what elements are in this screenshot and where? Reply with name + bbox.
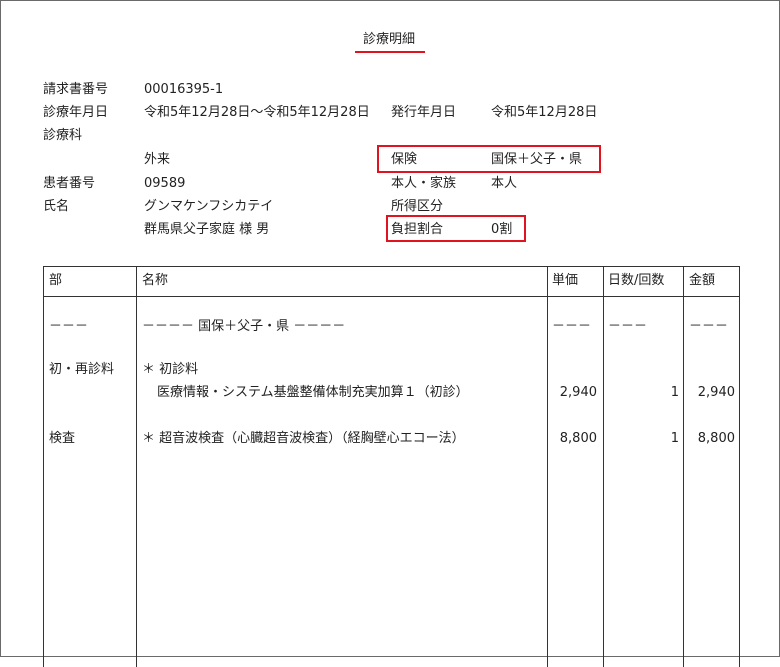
header-name: 名称 xyxy=(142,273,169,288)
row-price: 2,940 xyxy=(559,385,597,400)
income-label: 所得区分 xyxy=(391,199,444,214)
department-value: 外来 xyxy=(144,152,171,167)
statement-page: 診療明細 請求書番号 00016395-1 診療年月日 令和5年12月28日～令… xyxy=(0,0,780,667)
dash-section: －－－ xyxy=(49,319,89,334)
table-divider xyxy=(547,267,548,667)
header-price: 単価 xyxy=(552,273,579,288)
dash-amount: －－－ xyxy=(689,319,729,334)
detail-table: 部 名称 単価 日数/回数 金額 －－－ －－－－ 国保＋父子・県 －－－－ －… xyxy=(43,266,740,667)
row-name: ＊ 超音波検査（心臓超音波検査）（経胸壁心エコー法） xyxy=(142,431,465,446)
row-section: 検査 xyxy=(49,431,76,446)
issued-value: 令和5年12月28日 xyxy=(491,105,598,120)
patient-no-value: 09589 xyxy=(144,176,186,191)
row-price: 8,800 xyxy=(559,431,597,446)
title-underline xyxy=(355,51,425,53)
header-amount: 金額 xyxy=(689,273,716,288)
dash-name: －－－－ 国保＋父子・県 －－－－ xyxy=(142,319,346,334)
department-label: 診療科 xyxy=(43,128,83,143)
period-label: 診療年月日 xyxy=(43,105,109,120)
row-name: 医療情報・システム基盤整備体制充実加算１（初診） xyxy=(157,385,469,400)
claim-no-label: 請求書番号 xyxy=(43,82,109,97)
table-divider xyxy=(603,267,604,667)
burden-label: 負担割合 xyxy=(391,222,444,237)
name-value: 群馬県父子家庭 様 男 xyxy=(144,222,270,237)
row-count: 1 xyxy=(670,385,679,400)
insurance-label: 保険 xyxy=(391,152,418,167)
patient-no-label: 患者番号 xyxy=(43,176,96,191)
insurance-value: 国保＋父子・県 xyxy=(491,152,583,167)
row-amount: 2,940 xyxy=(697,385,735,400)
row-name: ＊ 初診料 xyxy=(142,362,199,377)
name-kana-value: グンマケンフシカテイ xyxy=(144,199,274,214)
table-divider xyxy=(136,267,137,667)
dash-count: －－－ xyxy=(608,319,648,334)
row-count: 1 xyxy=(670,431,679,446)
relation-label: 本人・家族 xyxy=(391,176,457,191)
relation-value: 本人 xyxy=(491,176,518,191)
issued-label: 発行年月日 xyxy=(391,105,457,120)
document-title: 診療明細 xyxy=(363,32,416,47)
header-count: 日数/回数 xyxy=(608,273,665,288)
period-value: 令和5年12月28日～令和5年12月28日 xyxy=(144,105,370,120)
name-label: 氏名 xyxy=(43,199,70,214)
claim-no-value: 00016395-1 xyxy=(144,82,224,97)
row-amount: 8,800 xyxy=(697,431,735,446)
dash-price: －－－ xyxy=(552,319,592,334)
row-section: 初・再診料 xyxy=(49,362,115,377)
burden-value: 0割 xyxy=(491,222,513,237)
table-divider xyxy=(683,267,684,667)
header-section: 部 xyxy=(49,273,63,288)
table-header-divider xyxy=(44,296,739,297)
